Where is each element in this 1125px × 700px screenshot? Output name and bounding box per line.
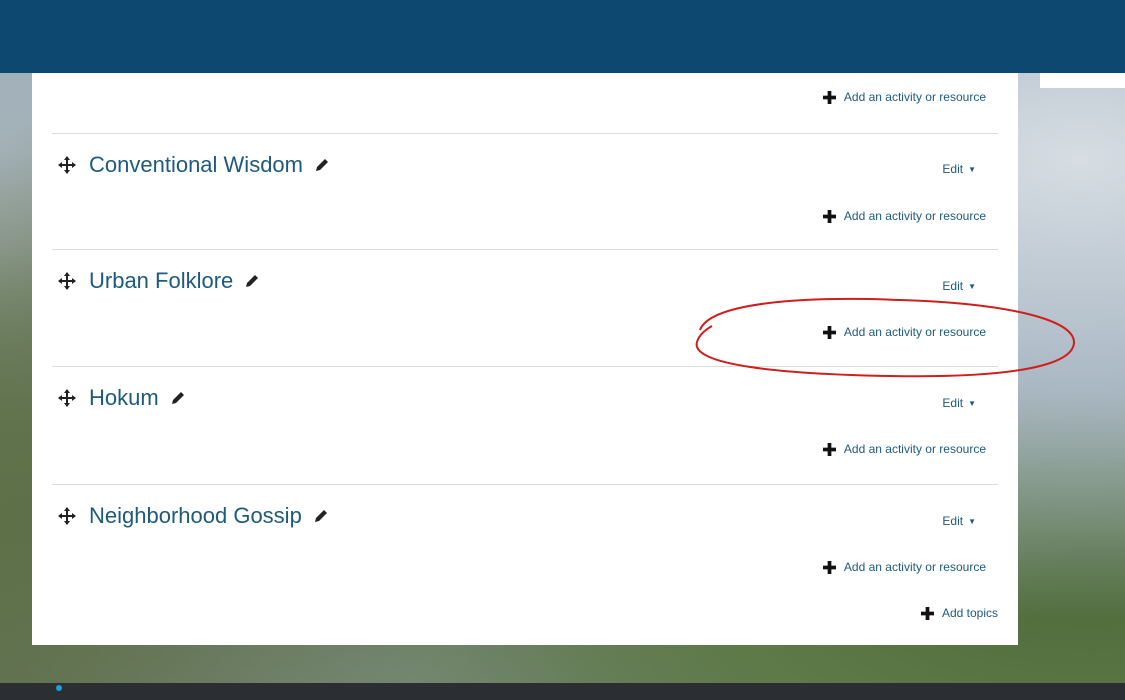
page-footer <box>0 683 1125 700</box>
section-urban-folklore: Urban Folklore Edit ▼ Add an activity or… <box>52 249 998 367</box>
edit-menu-button[interactable]: Edit ▼ <box>942 162 976 176</box>
add-activity-label: Add an activity or resource <box>843 90 986 104</box>
section-header: Conventional Wisdom <box>52 150 331 180</box>
section-title[interactable]: Neighborhood Gossip <box>89 503 302 529</box>
course-content-card: Add an activity or resource Conventional… <box>32 73 1018 645</box>
edit-label: Edit <box>942 514 964 528</box>
plus-icon <box>920 606 934 620</box>
add-activity-label: Add an activity or resource <box>843 209 986 223</box>
pencil-icon[interactable] <box>243 272 261 290</box>
move-icon[interactable] <box>57 388 77 408</box>
add-activity-link[interactable]: Add an activity or resource <box>822 560 986 574</box>
plus-icon <box>822 442 836 456</box>
add-activity-link[interactable]: Add an activity or resource <box>822 325 986 339</box>
plus-icon <box>822 560 836 574</box>
edit-menu-button[interactable]: Edit ▼ <box>942 396 976 410</box>
pencil-icon[interactable] <box>313 156 331 174</box>
plus-icon <box>822 325 836 339</box>
section-header: Neighborhood Gossip <box>52 501 330 531</box>
top-navbar <box>0 0 1125 73</box>
edit-label: Edit <box>942 162 964 176</box>
add-activity-link[interactable]: Add an activity or resource <box>822 209 986 223</box>
move-icon[interactable] <box>57 506 77 526</box>
edit-label: Edit <box>942 279 964 293</box>
add-topics-label: Add topics <box>941 606 998 620</box>
caret-down-icon: ▼ <box>968 398 976 408</box>
caret-down-icon: ▼ <box>968 281 976 291</box>
pencil-icon[interactable] <box>169 389 187 407</box>
side-panel-edge <box>1040 73 1125 88</box>
plus-icon <box>822 90 836 104</box>
section-conventional-wisdom: Conventional Wisdom Edit ▼ Add an activi… <box>52 133 998 250</box>
section-header: Hokum <box>52 383 187 413</box>
add-activity-label: Add an activity or resource <box>843 560 986 574</box>
section-title[interactable]: Urban Folklore <box>89 268 233 294</box>
move-icon[interactable] <box>57 155 77 175</box>
add-activity-label: Add an activity or resource <box>843 325 986 339</box>
add-activity-link-top[interactable]: Add an activity or resource <box>822 90 986 104</box>
section-title[interactable]: Conventional Wisdom <box>89 152 303 178</box>
move-icon[interactable] <box>57 271 77 291</box>
caret-down-icon: ▼ <box>968 164 976 174</box>
section-header: Urban Folklore <box>52 266 261 296</box>
edit-label: Edit <box>942 396 964 410</box>
pencil-icon[interactable] <box>312 507 330 525</box>
edit-menu-button[interactable]: Edit ▼ <box>942 279 976 293</box>
plus-icon <box>822 209 836 223</box>
caret-down-icon: ▼ <box>968 516 976 526</box>
add-activity-link[interactable]: Add an activity or resource <box>822 442 986 456</box>
add-activity-label: Add an activity or resource <box>843 442 986 456</box>
add-topics-link[interactable]: Add topics <box>920 606 998 620</box>
edit-menu-button[interactable]: Edit ▼ <box>942 514 976 528</box>
section-hokum: Hokum Edit ▼ Add an activity or resource <box>52 366 998 485</box>
section-neighborhood-gossip: Neighborhood Gossip Edit ▼ Add an activi… <box>52 484 998 646</box>
section-title[interactable]: Hokum <box>89 385 159 411</box>
footer-logo-icon <box>56 685 62 691</box>
